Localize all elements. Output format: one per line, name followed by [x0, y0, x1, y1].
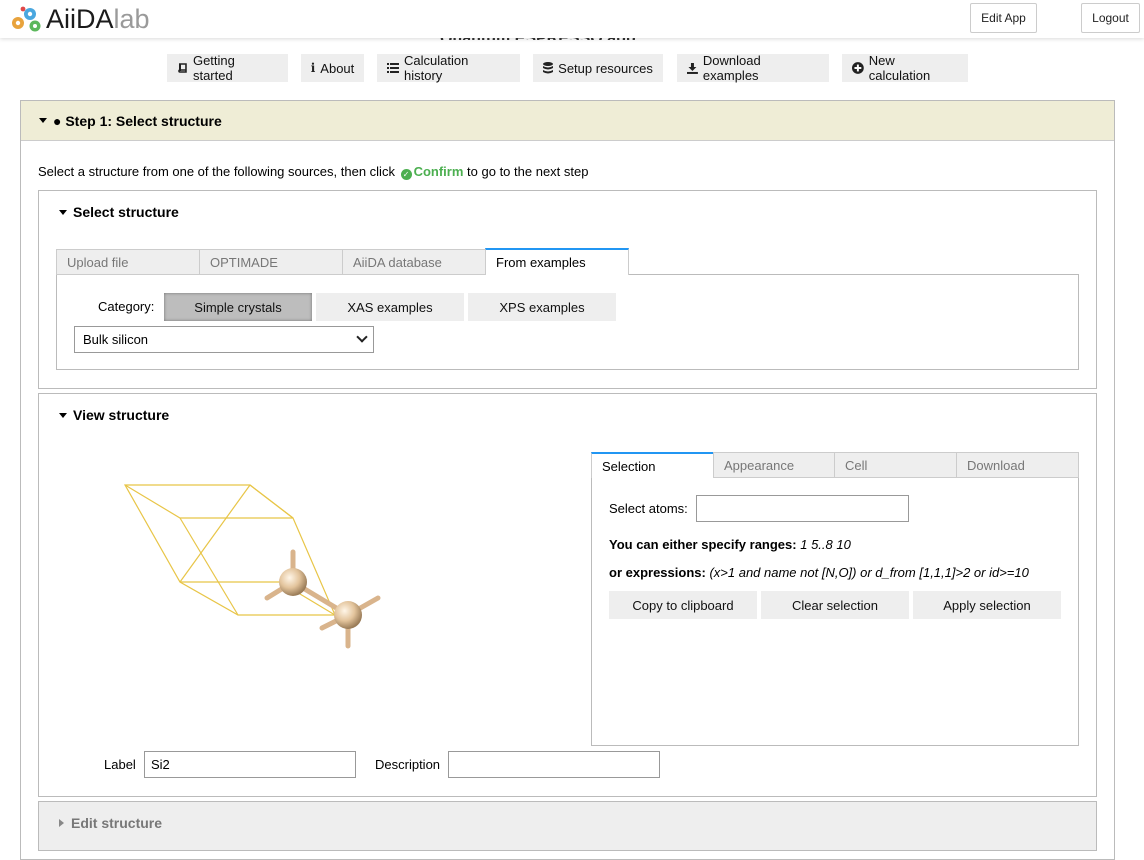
ranges-hint: You can either specify ranges: 1 5..8 10: [609, 537, 851, 552]
tab-cell[interactable]: Cell: [834, 452, 957, 478]
getting-started-label: Getting started: [192, 53, 235, 83]
example-structure-select[interactable]: Bulk silicon: [74, 326, 374, 353]
calculation-history-button[interactable]: Calculation history: [377, 53, 520, 83]
label-input[interactable]: Si2: [144, 751, 356, 778]
select-structure-tab-panel: [56, 274, 1079, 370]
tab-upload-file[interactable]: Upload file: [56, 249, 200, 275]
select-structure-header[interactable]: Select structure: [59, 204, 179, 220]
step1-intro: Select a structure from one of the follo…: [38, 164, 589, 180]
about-button[interactable]: i About: [301, 54, 364, 82]
calculation-history-label: Calculation history: [403, 53, 469, 83]
check-circle-icon: ✓: [400, 169, 412, 180]
description-input[interactable]: [448, 751, 660, 778]
label-field-label: Label: [104, 757, 136, 772]
info-icon: i: [310, 61, 316, 75]
caret-right-icon: [59, 819, 64, 827]
silicon-atom-1[interactable]: [279, 568, 307, 596]
caret-down-icon: [59, 412, 67, 418]
select-atoms-input[interactable]: [696, 495, 909, 522]
logout-button[interactable]: Logout: [1081, 3, 1140, 33]
new-calculation-label: New calculation: [868, 53, 931, 83]
setup-resources-label: Setup resources: [558, 60, 653, 76]
tab-selection[interactable]: Selection: [591, 452, 714, 478]
edit-structure-header[interactable]: Edit structure: [59, 815, 162, 831]
aiidalab-logo[interactable]: AiiDAlab: [10, 4, 150, 34]
logo-text: AiiDAlab: [46, 4, 150, 34]
book-icon: [178, 62, 187, 73]
chevron-down-icon: [356, 331, 368, 343]
category-xps-examples-button[interactable]: XPS examples: [468, 293, 616, 321]
structure-viewer[interactable]: [100, 470, 400, 660]
tab-appearance[interactable]: Appearance: [713, 452, 835, 478]
tab-from-examples[interactable]: From examples: [485, 248, 629, 275]
edit-structure-title: Edit structure: [71, 815, 163, 831]
tab-download[interactable]: Download: [956, 452, 1079, 478]
edit-structure-box[interactable]: Edit structure: [38, 801, 1097, 851]
category-simple-crystals-button[interactable]: Simple crystals: [164, 293, 312, 321]
description-field-label: Description: [375, 757, 441, 772]
download-examples-button[interactable]: Download examples: [677, 53, 829, 83]
gears-icon: [12, 6, 41, 32]
caret-down-icon: [59, 209, 67, 215]
silicon-atom-2[interactable]: [334, 601, 362, 629]
category-label: Category:: [98, 299, 155, 314]
new-calculation-button[interactable]: New calculation: [842, 53, 968, 83]
clear-selection-button[interactable]: Clear selection: [761, 591, 909, 619]
view-structure-title: View structure: [73, 407, 170, 423]
plus-circle-icon: [852, 62, 864, 74]
about-label: About: [320, 60, 355, 76]
caret-down-icon: [39, 118, 47, 123]
step1-header[interactable]: ● Step 1: Select structure: [21, 101, 1114, 141]
download-examples-label: Download examples: [702, 53, 761, 83]
tab-optimade[interactable]: OPTIMADE: [199, 249, 343, 275]
getting-started-button[interactable]: Getting started: [167, 53, 288, 83]
tab-aiida-database[interactable]: AiiDA database: [342, 249, 486, 275]
setup-resources-button[interactable]: Setup resources: [533, 54, 663, 82]
category-xas-examples-button[interactable]: XAS examples: [316, 293, 464, 321]
confirm-word: Confirm: [413, 164, 464, 179]
list-icon: [387, 63, 399, 73]
view-structure-header[interactable]: View structure: [59, 407, 169, 423]
example-structure-value: Bulk silicon: [83, 332, 149, 347]
apply-selection-button[interactable]: Apply selection: [913, 591, 1061, 619]
copy-to-clipboard-button[interactable]: Copy to clipboard: [609, 591, 757, 619]
select-atoms-label: Select atoms:: [609, 501, 688, 516]
top-bar: AiiDAlab Edit App Logout: [0, 0, 1144, 38]
edit-app-button[interactable]: Edit App: [970, 3, 1037, 33]
download-icon: [687, 62, 698, 74]
expressions-hint: or expressions: (x>1 and name not [N,O])…: [609, 565, 1029, 580]
atom-bonds: [264, 549, 381, 649]
select-structure-title: Select structure: [73, 204, 179, 220]
unit-cell-lines: [123, 484, 336, 616]
step1-title: ● Step 1: Select structure: [53, 112, 222, 129]
database-icon: [543, 62, 554, 74]
